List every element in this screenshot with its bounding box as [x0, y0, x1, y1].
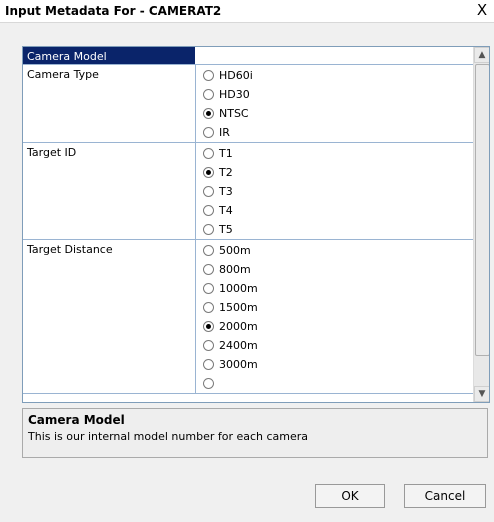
radio-option-label: T4 [219, 204, 233, 217]
radio-option-label: HD30 [219, 88, 250, 101]
radio-option-label: T1 [219, 147, 233, 160]
radio-checked-icon[interactable] [203, 321, 214, 332]
description-text: This is our internal model number for ea… [28, 430, 309, 443]
radio-option[interactable]: 1500m [197, 298, 473, 317]
radio-option-label: 1500m [219, 301, 258, 314]
radio-unchecked-icon[interactable] [203, 127, 214, 138]
property-row-camera-model[interactable]: Camera Model [23, 47, 473, 65]
radio-option-label: 2000m [219, 320, 258, 333]
description-panel: Camera Model This is our internal model … [22, 408, 488, 458]
radio-group: T1 T2 T3 T4 T5 [197, 143, 473, 239]
scroll-thumb[interactable] [475, 64, 489, 356]
radio-option-label: HD60i [219, 69, 253, 82]
radio-option-label: T5 [219, 223, 233, 236]
radio-unchecked-icon[interactable] [203, 302, 214, 313]
property-row-target-id: Target ID T1 T2 T3 T4 T5 [23, 143, 473, 240]
radio-unchecked-icon[interactable] [203, 245, 214, 256]
radio-option[interactable]: T3 [197, 182, 473, 201]
property-row-camera-type: Camera Type HD60i HD30 NTSC IR [23, 65, 473, 143]
radio-unchecked-icon[interactable] [203, 283, 214, 294]
radio-option-label: 3000m [219, 358, 258, 371]
radio-option[interactable]: 2000m [197, 317, 473, 336]
radio-option-label: 800m [219, 263, 251, 276]
radio-unchecked-icon[interactable] [203, 70, 214, 81]
radio-checked-icon[interactable] [203, 108, 214, 119]
scroll-down-icon[interactable]: ▼ [474, 386, 489, 402]
radio-option[interactable]: T1 [197, 144, 473, 163]
radio-option[interactable]: T5 [197, 220, 473, 239]
radio-option[interactable]: IR [197, 123, 473, 142]
radio-group: HD60i HD30 NTSC IR [197, 65, 473, 142]
radio-group: 500m 800m 1000m 1500m 2000m 2400m 3000m [197, 240, 473, 393]
radio-unchecked-icon[interactable] [203, 264, 214, 275]
property-grid-rows: Camera Model Camera Type HD60i HD30 NTSC IR T… [23, 47, 473, 402]
radio-option[interactable] [197, 374, 473, 393]
radio-unchecked-icon[interactable] [203, 378, 214, 389]
vertical-scrollbar[interactable]: ▲ ▼ [473, 47, 489, 402]
radio-checked-icon[interactable] [203, 167, 214, 178]
radio-option[interactable]: HD60i [197, 66, 473, 85]
property-label: Camera Model [23, 47, 196, 64]
property-label: Target ID [23, 143, 196, 239]
property-value-field[interactable] [197, 47, 473, 48]
radio-option-label: T2 [219, 166, 233, 179]
radio-option[interactable]: NTSC [197, 104, 473, 123]
cancel-button[interactable]: Cancel [404, 484, 486, 508]
description-title: Camera Model [28, 413, 125, 427]
radio-unchecked-icon[interactable] [203, 340, 214, 351]
radio-option-label: T3 [219, 185, 233, 198]
radio-option-label: 1000m [219, 282, 258, 295]
radio-unchecked-icon[interactable] [203, 205, 214, 216]
window-title: Input Metadata For - CAMERAT2 [5, 4, 222, 18]
radio-option[interactable]: T4 [197, 201, 473, 220]
radio-option[interactable]: 2400m [197, 336, 473, 355]
radio-option[interactable]: HD30 [197, 85, 473, 104]
radio-unchecked-icon[interactable] [203, 89, 214, 100]
radio-unchecked-icon[interactable] [203, 359, 214, 370]
radio-option[interactable]: 1000m [197, 279, 473, 298]
radio-option[interactable]: 800m [197, 260, 473, 279]
property-label: Target Distance [23, 240, 196, 393]
ok-button[interactable]: OK [315, 484, 385, 508]
radio-unchecked-icon[interactable] [203, 186, 214, 197]
radio-option-label: 500m [219, 244, 251, 257]
radio-option-label: 2400m [219, 339, 258, 352]
title-bar: Input Metadata For - CAMERAT2 X [0, 0, 494, 23]
radio-option-label: NTSC [219, 107, 249, 120]
property-label: Camera Type [23, 65, 196, 142]
property-row-target-distance: Target Distance 500m 800m 1000m 1500m 2000m 24… [23, 240, 473, 394]
radio-option[interactable]: 3000m [197, 355, 473, 374]
radio-unchecked-icon[interactable] [203, 148, 214, 159]
close-icon[interactable]: X [474, 2, 490, 18]
property-grid: Camera Model Camera Type HD60i HD30 NTSC IR T… [22, 46, 490, 403]
scroll-up-icon[interactable]: ▲ [474, 47, 489, 63]
radio-option-label: IR [219, 126, 230, 139]
radio-option[interactable]: 500m [197, 241, 473, 260]
radio-unchecked-icon[interactable] [203, 224, 214, 235]
radio-option[interactable]: T2 [197, 163, 473, 182]
